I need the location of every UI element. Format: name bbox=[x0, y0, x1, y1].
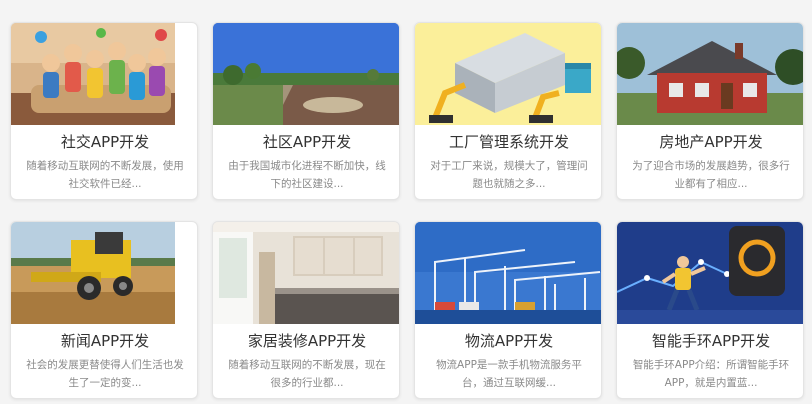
social-people-image bbox=[11, 23, 175, 125]
community-park-image bbox=[213, 23, 399, 125]
port-cranes-image bbox=[415, 222, 601, 324]
card-description: 随着移动互联网的不断发展，使用社交软件已经... bbox=[26, 160, 184, 190]
card-title: 工厂管理系统开发 bbox=[448, 133, 569, 151]
card-title: 社交APP开发 bbox=[60, 133, 150, 151]
card-title: 社区APP开发 bbox=[262, 133, 352, 151]
card-smart-band-app[interactable]: 智能手环APP开发 智能手环APP介绍：所谓智能手环APP，就是内置蓝... bbox=[616, 221, 804, 399]
card-description: 随着移动互联网的不断发展，现在很多的行业都... bbox=[228, 359, 386, 389]
card-real-estate-app[interactable]: 房地产APP开发 为了迎合市场的发展趋势，很多行业都有了相应... bbox=[616, 22, 804, 200]
card-title: 房地产APP开发 bbox=[659, 133, 763, 151]
card-logistics-app[interactable]: 物流APP开发 物流APP是一款手机物流服务平台，通过互联网缓... bbox=[414, 221, 602, 399]
card-title: 家居装修APP开发 bbox=[247, 332, 367, 350]
card-description: 社会的发展更替使得人们生活也发生了一定的变... bbox=[26, 359, 184, 389]
smart-band-runner-image bbox=[617, 222, 803, 324]
card-title: 新闻APP开发 bbox=[60, 332, 150, 350]
card-community-app[interactable]: 社区APP开发 由于我国城市化进程不断加快，线下的社区建设... bbox=[212, 22, 400, 200]
card-home-decoration-app[interactable]: 家居装修APP开发 随着移动互联网的不断发展，现在很多的行业都... bbox=[212, 221, 400, 399]
card-description: 由于我国城市化进程不断加快，线下的社区建设... bbox=[228, 160, 386, 190]
card-description: 为了迎合市场的发展趋势，很多行业都有了相应... bbox=[632, 160, 790, 190]
kitchen-interior-image bbox=[213, 222, 399, 324]
card-description: 物流APP是一款手机物流服务平台，通过互联网缓... bbox=[436, 359, 582, 389]
card-social-app[interactable]: 社交APP开发 随着移动互联网的不断发展，使用社交软件已经... bbox=[10, 22, 198, 200]
card-title: 智能手环APP开发 bbox=[651, 332, 771, 350]
card-description: 智能手环APP介绍：所谓智能手环APP，就是内置蓝... bbox=[632, 359, 790, 389]
factory-robot-image bbox=[415, 23, 601, 125]
card-description: 对于工厂来说，规模大了，管理问题也就随之多... bbox=[430, 160, 588, 190]
house-image bbox=[617, 23, 803, 125]
card-news-app[interactable]: 新闻APP开发 社会的发展更替使得人们生活也发生了一定的变... bbox=[10, 221, 198, 399]
card-title: 物流APP开发 bbox=[464, 332, 554, 350]
harvester-field-image bbox=[11, 222, 175, 324]
card-factory-system[interactable]: 工厂管理系统开发 对于工厂来说，规模大了，管理问题也就随之多... bbox=[414, 22, 602, 200]
